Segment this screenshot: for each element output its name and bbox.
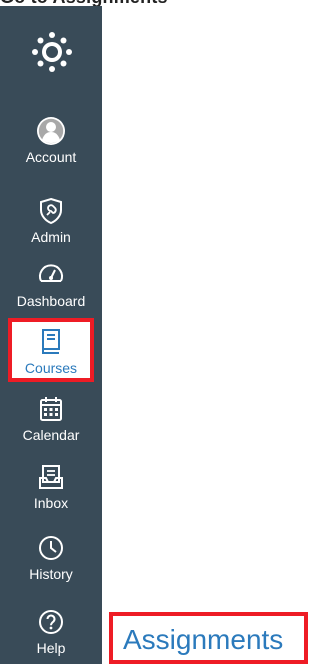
user-avatar-icon — [37, 117, 65, 145]
page: Go to Assignments — [0, 0, 311, 664]
nav-item-label: Account — [25, 149, 77, 165]
nav-item-help[interactable]: Help — [0, 601, 102, 664]
calendar-icon — [40, 397, 62, 421]
nav-item-history[interactable]: History — [0, 527, 102, 597]
assignments-link[interactable]: Assignments — [109, 612, 308, 664]
assignments-link-label: Assignments — [123, 624, 284, 655]
speedometer-icon — [39, 264, 63, 282]
nav-item-label: Admin — [31, 229, 71, 245]
nav-item-label: Help — [36, 640, 66, 656]
inbox-icon — [39, 465, 63, 489]
nav-item-label: Courses — [24, 360, 78, 376]
nav-item-label: Inbox — [33, 495, 69, 511]
nav-item-label: History — [29, 566, 73, 582]
book-icon — [42, 329, 60, 354]
canvas-logo-icon[interactable] — [28, 28, 76, 76]
nav-item-inbox[interactable]: Inbox — [0, 456, 102, 526]
clock-icon — [39, 536, 63, 560]
nav-item-account[interactable]: Account — [0, 110, 102, 180]
nav-item-dashboard[interactable]: Dashboard — [0, 254, 102, 324]
help-icon — [39, 610, 63, 634]
nav-item-admin[interactable]: Admin — [0, 190, 102, 260]
shield-icon — [40, 197, 62, 225]
nav-item-courses[interactable]: Courses — [8, 318, 94, 382]
nav-item-label: Dashboard — [16, 293, 86, 309]
nav-item-label: Calendar — [22, 427, 80, 443]
nav-item-calendar[interactable]: Calendar — [0, 388, 102, 458]
